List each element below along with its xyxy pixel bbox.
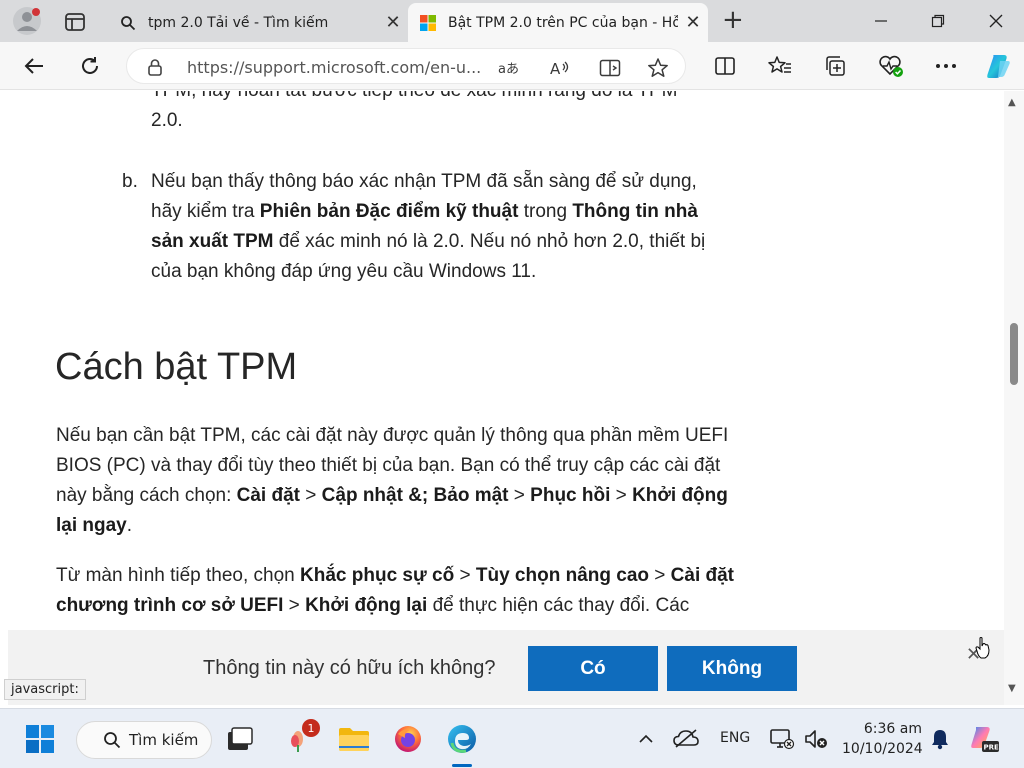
- collections-icon[interactable]: [822, 52, 850, 80]
- tab-actions-icon[interactable]: [62, 9, 88, 35]
- svg-text:A: A: [550, 60, 561, 77]
- microsoft-logo-icon: [420, 14, 436, 31]
- address-bar[interactable]: https://support.microsoft.com/en-u... aあ…: [126, 48, 686, 84]
- hand-cursor-icon: [975, 636, 991, 664]
- active-app-indicator: [452, 764, 472, 767]
- bold-term: Cài đặt: [236, 485, 300, 506]
- chevron-up-icon[interactable]: [628, 721, 664, 757]
- copilot-icon[interactable]: [984, 52, 1012, 80]
- url-text[interactable]: https://support.microsoft.com/en-u...: [187, 58, 481, 77]
- bold-term: Phục hồi: [530, 485, 611, 506]
- paragraph: Từ màn hình tiếp theo, chọn Khắc phục sự…: [56, 565, 735, 616]
- svg-text:aあ: aあ: [498, 62, 519, 77]
- close-window-icon[interactable]: [981, 8, 1011, 34]
- minimize-icon[interactable]: [866, 8, 896, 34]
- immersive-reader-icon[interactable]: [599, 57, 621, 79]
- tab-active-article[interactable]: Bật TPM 2.0 trên PC của bạn - Hỗ ✕: [408, 3, 708, 42]
- tab-strip: tpm 2.0 Tải về - Tìm kiếm ✕ Bật TPM 2.0 …: [0, 0, 1024, 42]
- notification-bell-icon[interactable]: [922, 721, 958, 757]
- section-heading: Cách bật TPM: [55, 346, 298, 388]
- refresh-icon[interactable]: [76, 52, 104, 80]
- address-toolbar: https://support.microsoft.com/en-u... aあ…: [0, 42, 1024, 90]
- svg-text:PRE: PRE: [984, 744, 1000, 752]
- more-options-icon[interactable]: [932, 52, 960, 80]
- restore-icon[interactable]: [923, 8, 953, 34]
- paragraph: Nếu bạn cần bật TPM, các cài đặt này đượ…: [56, 425, 729, 536]
- search-icon: [120, 15, 136, 31]
- read-aloud-icon[interactable]: A: [549, 57, 571, 79]
- translate-icon[interactable]: aあ: [497, 57, 519, 79]
- taskbar-search-label: Tìm kiếm: [129, 731, 199, 749]
- file-explorer-icon[interactable]: [336, 721, 372, 757]
- copilot-pre-icon[interactable]: PRE: [966, 721, 1002, 757]
- profile-avatar-icon[interactable]: [12, 6, 42, 36]
- bold-term: Khởi động lại: [305, 595, 428, 616]
- edge-icon[interactable]: [444, 721, 480, 757]
- bold-term: Tùy chọn nâng cao: [475, 565, 649, 586]
- volume-muted-icon[interactable]: [798, 721, 834, 757]
- feedback-yes-button[interactable]: Có: [528, 646, 658, 691]
- bold-term: Khắc phục sự cố: [300, 565, 455, 586]
- start-windows-icon[interactable]: [22, 721, 58, 757]
- feedback-no-button[interactable]: Không: [667, 646, 797, 691]
- tab-title: tpm 2.0 Tải về - Tìm kiếm: [148, 14, 329, 31]
- task-view-icon[interactable]: [222, 721, 258, 757]
- browser-essentials-icon[interactable]: [877, 52, 905, 80]
- bold-term: Cập nhật &; Bảo mật: [321, 485, 509, 506]
- bold-term: Phiên bản Đặc điểm kỹ thuật: [259, 201, 519, 222]
- tab-title: Bật TPM 2.0 trên PC của bạn - Hỗ: [448, 14, 678, 31]
- clock-date: 10/10/2024: [842, 741, 923, 757]
- back-icon[interactable]: [20, 52, 48, 80]
- lock-icon[interactable]: [147, 58, 163, 80]
- tab-search[interactable]: tpm 2.0 Tải về - Tìm kiếm ✕: [108, 3, 408, 42]
- status-url: javascript:: [4, 679, 86, 700]
- page-content: TPM, hãy hoàn tất bước tiếp theo để xác …: [0, 91, 1004, 705]
- tab-close-button[interactable]: ✕: [378, 12, 408, 33]
- scroll-down-arrow-icon[interactable]: ▼: [1008, 683, 1016, 694]
- search-icon: [104, 732, 121, 749]
- clock-time: 6:36 am: [863, 721, 922, 737]
- list-marker: b.: [122, 171, 138, 192]
- system-clock[interactable]: 6:36 am 10/10/2024: [842, 719, 923, 759]
- vertical-scrollbar[interactable]: ▲ ▼: [1004, 91, 1024, 705]
- list-item-text: Nếu bạn thấy thông báo xác nhận TPM đã s…: [151, 171, 706, 282]
- feedback-bar: Thông tin này có hữu ích không? Có Không…: [8, 630, 1004, 705]
- taskbar-search-box[interactable]: Tìm kiếm: [76, 721, 212, 759]
- scroll-up-arrow-icon[interactable]: ▲: [1008, 97, 1016, 108]
- onedrive-offline-icon[interactable]: [668, 721, 704, 757]
- split-screen-icon[interactable]: [711, 52, 739, 80]
- feedback-question: Thông tin này có hữu ích không?: [203, 657, 496, 679]
- notification-badge: 1: [302, 719, 320, 737]
- tab-close-button[interactable]: ✕: [678, 12, 708, 33]
- article-cut-text: TPM, hãy hoàn tất bước tiếp theo để xác …: [151, 91, 741, 136]
- input-language[interactable]: ENG: [720, 730, 750, 746]
- favorite-star-icon[interactable]: [647, 57, 669, 79]
- network-monitor-icon[interactable]: [764, 721, 800, 757]
- article-line: 2.0.: [151, 110, 183, 131]
- article-line: TPM, hãy hoàn tất bước tiếp theo để xác …: [151, 91, 741, 106]
- scrollbar-thumb[interactable]: [1010, 323, 1018, 385]
- new-tab-button[interactable]: +: [722, 7, 744, 33]
- taskbar: Tìm kiếm 1 ENG 6:36 am 10/10/2024 PRE: [0, 708, 1024, 768]
- favorites-icon[interactable]: [766, 52, 794, 80]
- firefox-icon[interactable]: [390, 721, 426, 757]
